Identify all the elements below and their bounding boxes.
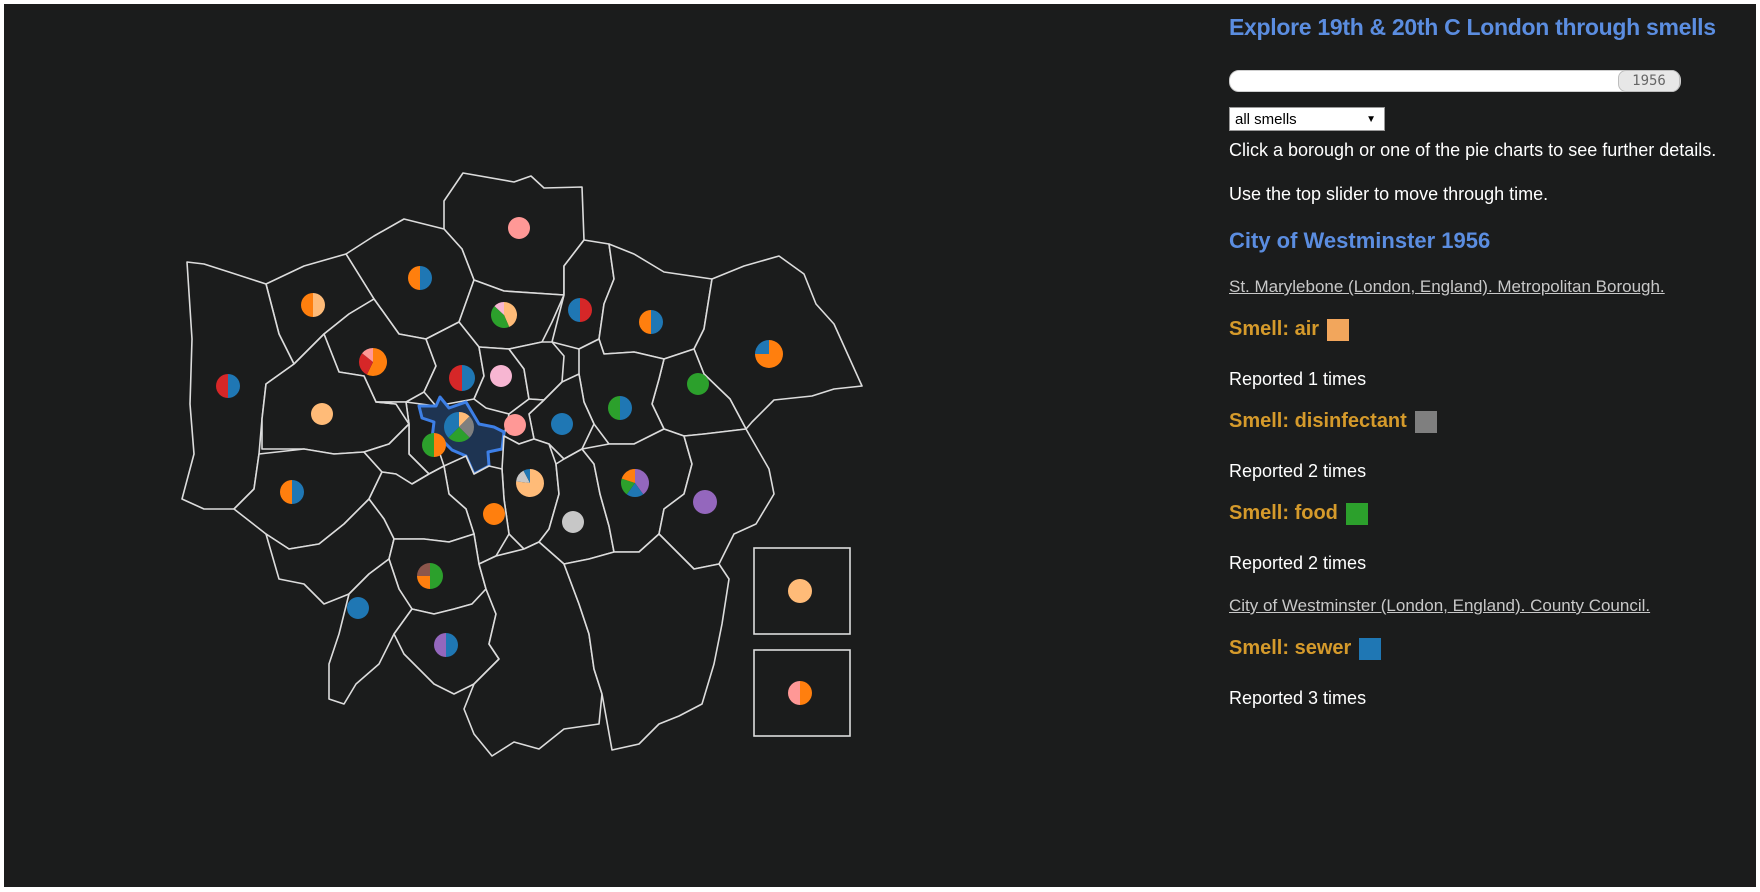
pie-chart-merton[interactable] bbox=[417, 563, 443, 589]
reported-count: Reported 3 times bbox=[1229, 688, 1367, 708]
year-slider-handle[interactable]: 1956 bbox=[1618, 70, 1680, 92]
pie-chart-barking[interactable] bbox=[687, 373, 709, 395]
smell-filter-value: all smells bbox=[1235, 111, 1297, 128]
reported-count: Reported 2 times bbox=[1229, 461, 1367, 481]
pie-slice-orange[interactable] bbox=[800, 681, 812, 705]
instruction-slider: Use the top slider to move through time. bbox=[1229, 184, 1549, 204]
pie-slice-salmon[interactable] bbox=[508, 217, 530, 239]
chevron-down-icon: ▼ bbox=[1366, 114, 1376, 125]
pie-chart-barnet[interactable] bbox=[408, 266, 432, 290]
london-map[interactable] bbox=[4, 4, 1094, 887]
pie-slice-lightgrey[interactable] bbox=[562, 511, 584, 533]
sewer-color-swatch bbox=[1359, 637, 1382, 660]
pie-chart-greenwich[interactable] bbox=[621, 469, 650, 498]
smell-label-disinfectant: Smell: disinfectant bbox=[1229, 410, 1437, 433]
pie-chart-westminster[interactable] bbox=[444, 412, 474, 442]
pie-chart-tower-hamlets[interactable] bbox=[551, 413, 573, 435]
pie-chart-redbridge[interactable] bbox=[639, 310, 663, 334]
smell-label-food: Smell: food bbox=[1229, 502, 1368, 525]
pie-slice-pink[interactable] bbox=[490, 365, 512, 387]
pie-chart-havering[interactable] bbox=[755, 340, 783, 368]
pie-chart-inset-2[interactable] bbox=[788, 681, 812, 705]
pie-slice-blue[interactable] bbox=[551, 413, 573, 435]
pie-chart-bexley[interactable] bbox=[693, 490, 717, 514]
source-link[interactable]: City of Westminster (London, England). C… bbox=[1229, 596, 1650, 616]
pie-slice-peach[interactable] bbox=[788, 579, 812, 603]
pie-chart-brent[interactable] bbox=[359, 348, 387, 376]
reported-count: Reported 1 times bbox=[1229, 369, 1367, 389]
smell-label-air: Smell: air bbox=[1229, 318, 1350, 341]
pie-slice-orange[interactable] bbox=[483, 503, 505, 525]
food-color-swatch bbox=[1345, 502, 1368, 525]
pie-chart-camden[interactable] bbox=[449, 365, 475, 391]
instruction-click: Click a borough or one of the pie charts… bbox=[1229, 140, 1717, 160]
pie-slice-blue[interactable] bbox=[347, 597, 369, 619]
pie-chart-haringey[interactable] bbox=[491, 302, 517, 328]
year-slider[interactable]: 1956 bbox=[1229, 70, 1681, 92]
air-color-swatch bbox=[1327, 318, 1350, 341]
pie-chart-waltham-forest[interactable] bbox=[568, 298, 592, 322]
pie-slice-salmon[interactable] bbox=[504, 414, 526, 436]
pie-chart-ealing[interactable] bbox=[311, 403, 333, 425]
pie-chart-hounslow[interactable] bbox=[280, 480, 304, 504]
disinfectant-color-swatch bbox=[1414, 410, 1437, 433]
pie-slice-green[interactable] bbox=[687, 373, 709, 395]
borough-redbridge[interactable] bbox=[598, 243, 713, 360]
pie-chart-enfield[interactable] bbox=[508, 217, 530, 239]
pie-chart-inset-1[interactable] bbox=[788, 579, 812, 603]
pie-chart-hackney-city[interactable] bbox=[504, 414, 526, 436]
pie-chart-kingston[interactable] bbox=[347, 597, 369, 619]
pie-chart-hillingdon[interactable] bbox=[216, 374, 240, 398]
pie-chart-newham[interactable] bbox=[608, 396, 632, 420]
pie-slice-purple[interactable] bbox=[693, 490, 717, 514]
pie-chart-sutton[interactable] bbox=[434, 633, 458, 657]
pie-chart-kensington[interactable] bbox=[422, 433, 446, 457]
source-link[interactable]: St. Marylebone (London, England). Metrop… bbox=[1229, 277, 1665, 297]
page-title: Explore 19th & 20th C London through sme… bbox=[1229, 14, 1716, 40]
pie-chart-lewisham[interactable] bbox=[562, 511, 584, 533]
pie-slice-peach[interactable] bbox=[311, 403, 333, 425]
smell-label-sewer: Smell: sewer bbox=[1229, 637, 1382, 660]
reported-count: Reported 2 times bbox=[1229, 553, 1367, 573]
smell-filter-select[interactable]: all smells ▼ bbox=[1229, 107, 1385, 131]
pie-chart-islington[interactable] bbox=[490, 365, 512, 387]
pie-chart-lambeth[interactable] bbox=[483, 503, 505, 525]
pie-chart-southwark[interactable] bbox=[516, 469, 544, 498]
app-window: Explore 19th & 20th C London through sme… bbox=[4, 4, 1756, 887]
details-panel: Explore 19th & 20th C London through sme… bbox=[1229, 4, 1749, 887]
pie-slice-salmon[interactable] bbox=[788, 681, 800, 705]
details-heading: City of Westminster 1956 bbox=[1229, 228, 1491, 253]
pie-chart-harrow[interactable] bbox=[301, 293, 325, 317]
